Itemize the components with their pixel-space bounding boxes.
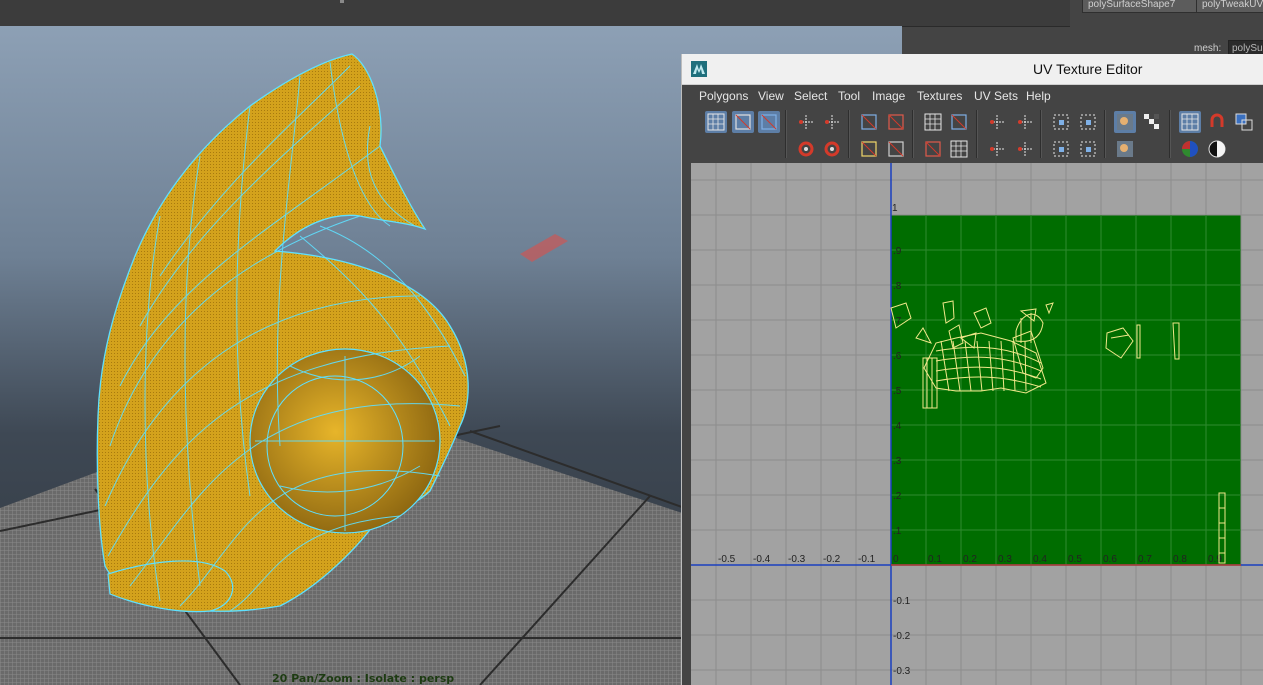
title-fragment (340, 0, 344, 3)
uv-smudge-icon[interactable] (732, 111, 754, 133)
u-label: 0 (893, 554, 899, 565)
u-label: -0.4 (753, 554, 771, 565)
dim-image-icon[interactable] (1114, 138, 1136, 160)
u-label: 0.8 (1173, 554, 1187, 565)
v-label: .6 (893, 351, 902, 362)
pixel-snap-icon[interactable] (1206, 111, 1228, 133)
u-label: -0.2 (823, 554, 841, 565)
menu-view[interactable]: View (758, 89, 784, 103)
u-label: 0.4 (1033, 554, 1047, 565)
uv-lattice-icon[interactable] (705, 111, 727, 133)
uv-grid: 1.9.8.7.6.5.4.3.2.1-0.1-0.2-0.3.6-0.5-0.… (691, 163, 1263, 685)
toolbar-separator (848, 110, 850, 158)
toolbar-separator (785, 110, 787, 158)
tab-shape-node[interactable]: polySurfaceShape7 (1082, 0, 1202, 13)
u-label: .6 (691, 554, 692, 565)
shaded-uv-icon[interactable] (1233, 111, 1255, 133)
uv-toolbar (690, 107, 1263, 163)
image-display-icon[interactable] (1114, 111, 1136, 133)
u-label: 0.2 (963, 554, 977, 565)
u-label: 0.7 (1138, 554, 1152, 565)
v-label: .9 (893, 246, 902, 257)
toolbar-separator (1104, 110, 1106, 158)
align-right-icon[interactable] (1014, 111, 1036, 133)
menu-uv-sets[interactable]: UV Sets (974, 89, 1018, 103)
grid-display-icon[interactable] (1179, 111, 1201, 133)
menu-polygons[interactable]: Polygons (699, 89, 748, 103)
uv-texture-editor-window: UV Texture Editor Polygons View Select T… (681, 54, 1263, 685)
uv-move-icon[interactable] (758, 111, 780, 133)
flip-u-icon[interactable] (795, 111, 817, 133)
menu-select[interactable]: Select (794, 89, 827, 103)
cut-uv-icon[interactable] (858, 111, 880, 133)
menu-textures[interactable]: Textures (917, 89, 962, 103)
align-left-icon[interactable] (986, 111, 1008, 133)
checker-icon[interactable] (1141, 111, 1163, 133)
v-label-top: 1 (892, 203, 898, 214)
v-label: .2 (893, 491, 902, 502)
toolbar-separator (976, 110, 978, 158)
rotate-cw-icon[interactable] (821, 138, 843, 160)
select-uvs-icon[interactable] (1077, 138, 1099, 160)
split-uv-icon[interactable] (858, 138, 880, 160)
v-label: .3 (893, 456, 902, 467)
u-label: -0.1 (858, 554, 876, 565)
maya-app-icon (691, 61, 707, 77)
v-label: .4 (893, 421, 902, 432)
align-top-icon[interactable] (1014, 138, 1036, 160)
grid-uv-icon[interactable] (948, 138, 970, 160)
alpha-channel-icon[interactable] (1206, 138, 1228, 160)
u-label: -0.3 (788, 554, 806, 565)
u-label: 0.6 (1103, 554, 1117, 565)
rgb-channels-icon[interactable] (1179, 138, 1201, 160)
uv-editor-title: UV Texture Editor (1033, 61, 1143, 77)
uv-menu-bar: Polygons View Select Tool Image Textures… (690, 85, 1263, 107)
select-faces-icon[interactable] (1050, 138, 1072, 160)
uv-editor-titlebar[interactable]: UV Texture Editor (682, 54, 1263, 85)
v-label-negative: -0.2 (893, 631, 911, 642)
top-strip (0, 0, 1070, 27)
v-label: .1 (893, 526, 902, 537)
flip-v-icon[interactable] (821, 111, 843, 133)
mesh-label: mesh: (1194, 43, 1222, 54)
straighten-icon[interactable] (922, 138, 944, 160)
menu-image[interactable]: Image (872, 89, 905, 103)
align-bottom-icon[interactable] (986, 138, 1008, 160)
merge-uv-icon[interactable] (885, 138, 907, 160)
toolbar-separator (912, 110, 914, 158)
select-border-icon[interactable] (1077, 111, 1099, 133)
v-label-negative: -0.1 (893, 596, 911, 607)
u-label: 0.1 (928, 554, 942, 565)
tab-tweak-node[interactable]: polyTweakUV (1196, 0, 1263, 13)
viewport-hud: 20 Pan/Zoom : Isolate : persp (272, 672, 455, 685)
sew-uv-icon[interactable] (885, 111, 907, 133)
rotate-ccw-icon[interactable] (795, 138, 817, 160)
selection-marker (520, 234, 568, 262)
u-label: -0.5 (718, 554, 736, 565)
select-shell-icon[interactable] (1050, 111, 1072, 133)
uv-canvas[interactable]: 1.9.8.7.6.5.4.3.2.1-0.1-0.2-0.3.6-0.5-0.… (691, 163, 1263, 685)
v-label: .8 (893, 281, 902, 292)
layout-uv-icon[interactable] (922, 111, 944, 133)
toolbar-separator (1169, 110, 1171, 158)
attribute-editor: polySurfaceShape7 polyTweakUV mesh: poly… (1070, 0, 1263, 58)
toolbar-separator (1040, 110, 1042, 158)
v-label-negative: -0.3 (893, 666, 911, 677)
unfold-icon[interactable] (948, 111, 970, 133)
menu-help[interactable]: Help (1026, 89, 1051, 103)
u-label: 0.5 (1068, 554, 1082, 565)
menu-tool[interactable]: Tool (838, 89, 860, 103)
u-label: 0.3 (998, 554, 1012, 565)
v-label: .5 (893, 386, 902, 397)
